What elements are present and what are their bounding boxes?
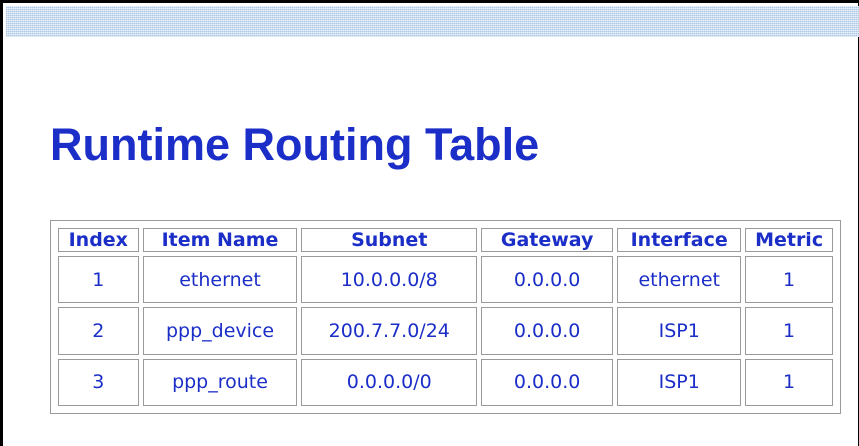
cell-gateway: 0.0.0.0 bbox=[481, 358, 614, 406]
column-header-gateway: Gateway bbox=[481, 228, 614, 252]
column-header-index: Index bbox=[58, 228, 139, 252]
cell-index: 2 bbox=[58, 307, 139, 355]
cell-interface: ISP1 bbox=[617, 307, 742, 355]
cell-metric: 1 bbox=[745, 358, 833, 406]
column-header-interface: Interface bbox=[617, 228, 742, 252]
column-header-metric: Metric bbox=[745, 228, 833, 252]
cell-gateway: 0.0.0.0 bbox=[481, 256, 614, 304]
cell-interface: ISP1 bbox=[617, 358, 742, 406]
table-row: 3 ppp_route 0.0.0.0/0 0.0.0.0 ISP1 1 bbox=[58, 358, 833, 406]
table-row: 2 ppp_device 200.7.7.0/24 0.0.0.0 ISP1 1 bbox=[58, 307, 833, 355]
cell-item-name: ppp_route bbox=[142, 358, 298, 406]
cell-index: 1 bbox=[58, 256, 139, 304]
page-frame: Runtime Routing Table Index Item Name Su… bbox=[0, 0, 859, 446]
cell-metric: 1 bbox=[745, 307, 833, 355]
routing-table: Index Item Name Subnet Gateway Interface… bbox=[54, 224, 837, 410]
cell-subnet: 0.0.0.0/0 bbox=[301, 358, 478, 406]
cell-item-name: ppp_device bbox=[142, 307, 298, 355]
column-header-item-name: Item Name bbox=[142, 228, 298, 252]
top-banner bbox=[6, 6, 859, 37]
cell-gateway: 0.0.0.0 bbox=[481, 307, 614, 355]
cell-interface: ethernet bbox=[617, 256, 742, 304]
table-row: 1 ethernet 10.0.0.0/8 0.0.0.0 ethernet 1 bbox=[58, 256, 833, 304]
routing-table-container: Index Item Name Subnet Gateway Interface… bbox=[50, 220, 841, 414]
cell-subnet: 200.7.7.0/24 bbox=[301, 307, 478, 355]
table-header-row: Index Item Name Subnet Gateway Interface… bbox=[58, 228, 833, 252]
page-title: Runtime Routing Table bbox=[50, 119, 540, 170]
column-header-subnet: Subnet bbox=[301, 228, 478, 252]
cell-subnet: 10.0.0.0/8 bbox=[301, 256, 478, 304]
cell-metric: 1 bbox=[745, 256, 833, 304]
cell-item-name: ethernet bbox=[142, 256, 298, 304]
cell-index: 3 bbox=[58, 358, 139, 406]
